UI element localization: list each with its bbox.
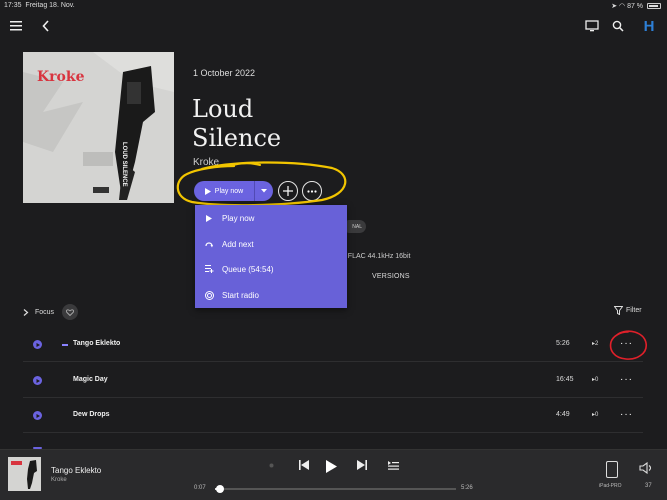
cover-band-text: Kroke [37, 69, 85, 85]
volume-level: 37 [645, 483, 652, 489]
track-play-icon[interactable] [33, 340, 42, 349]
versions-tab[interactable]: VERSIONS [372, 273, 410, 280]
track-duration: 5:26 [556, 340, 570, 347]
cover-album-text: LOUD SILENCE [121, 142, 127, 187]
status-bar: 17:35 Freitag 18. Nov. ➤ ◠ 87 % [0, 0, 667, 12]
track-play-icon[interactable] [33, 376, 42, 385]
cast-icon[interactable] [584, 18, 600, 34]
current-time: 0:07 [194, 485, 206, 491]
track-title: Magic Day [73, 376, 108, 383]
track-play-icon[interactable] [33, 411, 42, 420]
track-more-icon[interactable]: ··· [620, 375, 633, 385]
top-bar: H [0, 14, 667, 40]
play-options-menu: Play now Add next Queue (54:54) Start ra… [195, 205, 347, 308]
play-now-group: Play now [194, 181, 273, 201]
play-now-button[interactable]: Play now [194, 181, 254, 201]
battery-percent: 87 % [627, 3, 644, 10]
audio-quality: ≈ FLAC 44.1kHz 16bit [342, 253, 410, 260]
album-artist-link[interactable]: Kroke [193, 157, 219, 168]
release-date: 1 October 2022 [193, 68, 256, 78]
track-more-icon[interactable]: ··· [620, 410, 633, 420]
battery-icon [647, 3, 661, 10]
now-playing-artist[interactable]: Kroke [51, 477, 67, 483]
volume-icon[interactable] [639, 461, 653, 475]
filter-icon [614, 306, 623, 315]
chevron-right-icon [23, 308, 29, 316]
back-icon[interactable] [38, 18, 54, 34]
menu-item-play-now[interactable]: Play now [195, 208, 347, 228]
previous-icon[interactable] [298, 458, 310, 472]
plus-icon [283, 186, 293, 196]
play-icon [204, 187, 211, 195]
shuffle-dot-icon[interactable] [268, 462, 274, 468]
track-play-count: ▸2 [592, 341, 599, 347]
device-label: iPad-PRO [599, 483, 622, 489]
menu-item-add-next[interactable]: Add next [195, 234, 347, 254]
now-playing-title[interactable]: Tango Eklekto [51, 466, 101, 475]
track-duration: 4:49 [556, 411, 570, 418]
status-time: 17:35 [4, 2, 22, 9]
progress-slider[interactable] [215, 485, 456, 493]
menu-icon[interactable] [8, 18, 24, 34]
progress-knob[interactable] [216, 485, 225, 493]
track-row[interactable]: Tango Eklekto 5:26 ▸2 ··· [23, 328, 643, 362]
app-logo[interactable]: H [640, 16, 658, 36]
play-icon [204, 213, 214, 223]
next-icon[interactable] [356, 458, 368, 472]
status-date: Freitag 18. Nov. [25, 2, 75, 9]
track-row[interactable]: Dew Drops 4:49 ▸0 ··· [23, 399, 643, 433]
queue-icon [204, 264, 214, 274]
now-playing-indicator [62, 344, 68, 346]
now-playing-bar: Tango Eklekto Kroke 0:07 5:26 iPad-PRO 3… [0, 449, 667, 500]
track-row[interactable]: Magic Day 16:45 ▸0 ··· [23, 364, 643, 398]
focus-toggle[interactable]: Focus [23, 304, 54, 320]
chevron-down-icon [261, 189, 267, 193]
ellipsis-icon [307, 189, 317, 193]
track-more-icon[interactable]: ··· [620, 339, 633, 349]
total-time: 5:26 [461, 485, 473, 491]
search-icon[interactable] [610, 18, 626, 34]
play-options-dropdown-button[interactable] [254, 181, 273, 201]
wifi-icon: ◠ [619, 3, 626, 10]
album-cover: Kroke LOUD SILENCE [23, 52, 174, 203]
radio-icon [204, 290, 214, 300]
more-options-button[interactable] [302, 181, 322, 201]
track-duration: 16:45 [556, 376, 574, 383]
logo-letter: H [643, 17, 655, 35]
track-title: Tango Eklekto [73, 340, 121, 347]
menu-item-start-radio[interactable]: Start radio [195, 285, 347, 305]
heart-icon [66, 308, 74, 316]
location-icon: ➤ [611, 3, 618, 10]
add-next-icon [204, 239, 214, 249]
queue-icon[interactable] [386, 458, 400, 472]
menu-item-queue[interactable]: Queue (54:54) [195, 259, 347, 279]
track-play-count: ▸0 [592, 412, 599, 418]
track-play-count: ▸0 [592, 377, 599, 383]
play-icon[interactable] [324, 458, 338, 474]
album-title: Loud Silence [192, 95, 282, 152]
ipad-device-icon[interactable] [606, 461, 618, 478]
track-title: Dew Drops [73, 411, 110, 418]
now-playing-cover[interactable] [8, 457, 41, 491]
add-to-library-button[interactable] [278, 181, 298, 201]
filter-button[interactable]: Filter [614, 306, 642, 315]
favorite-button[interactable] [62, 304, 78, 320]
